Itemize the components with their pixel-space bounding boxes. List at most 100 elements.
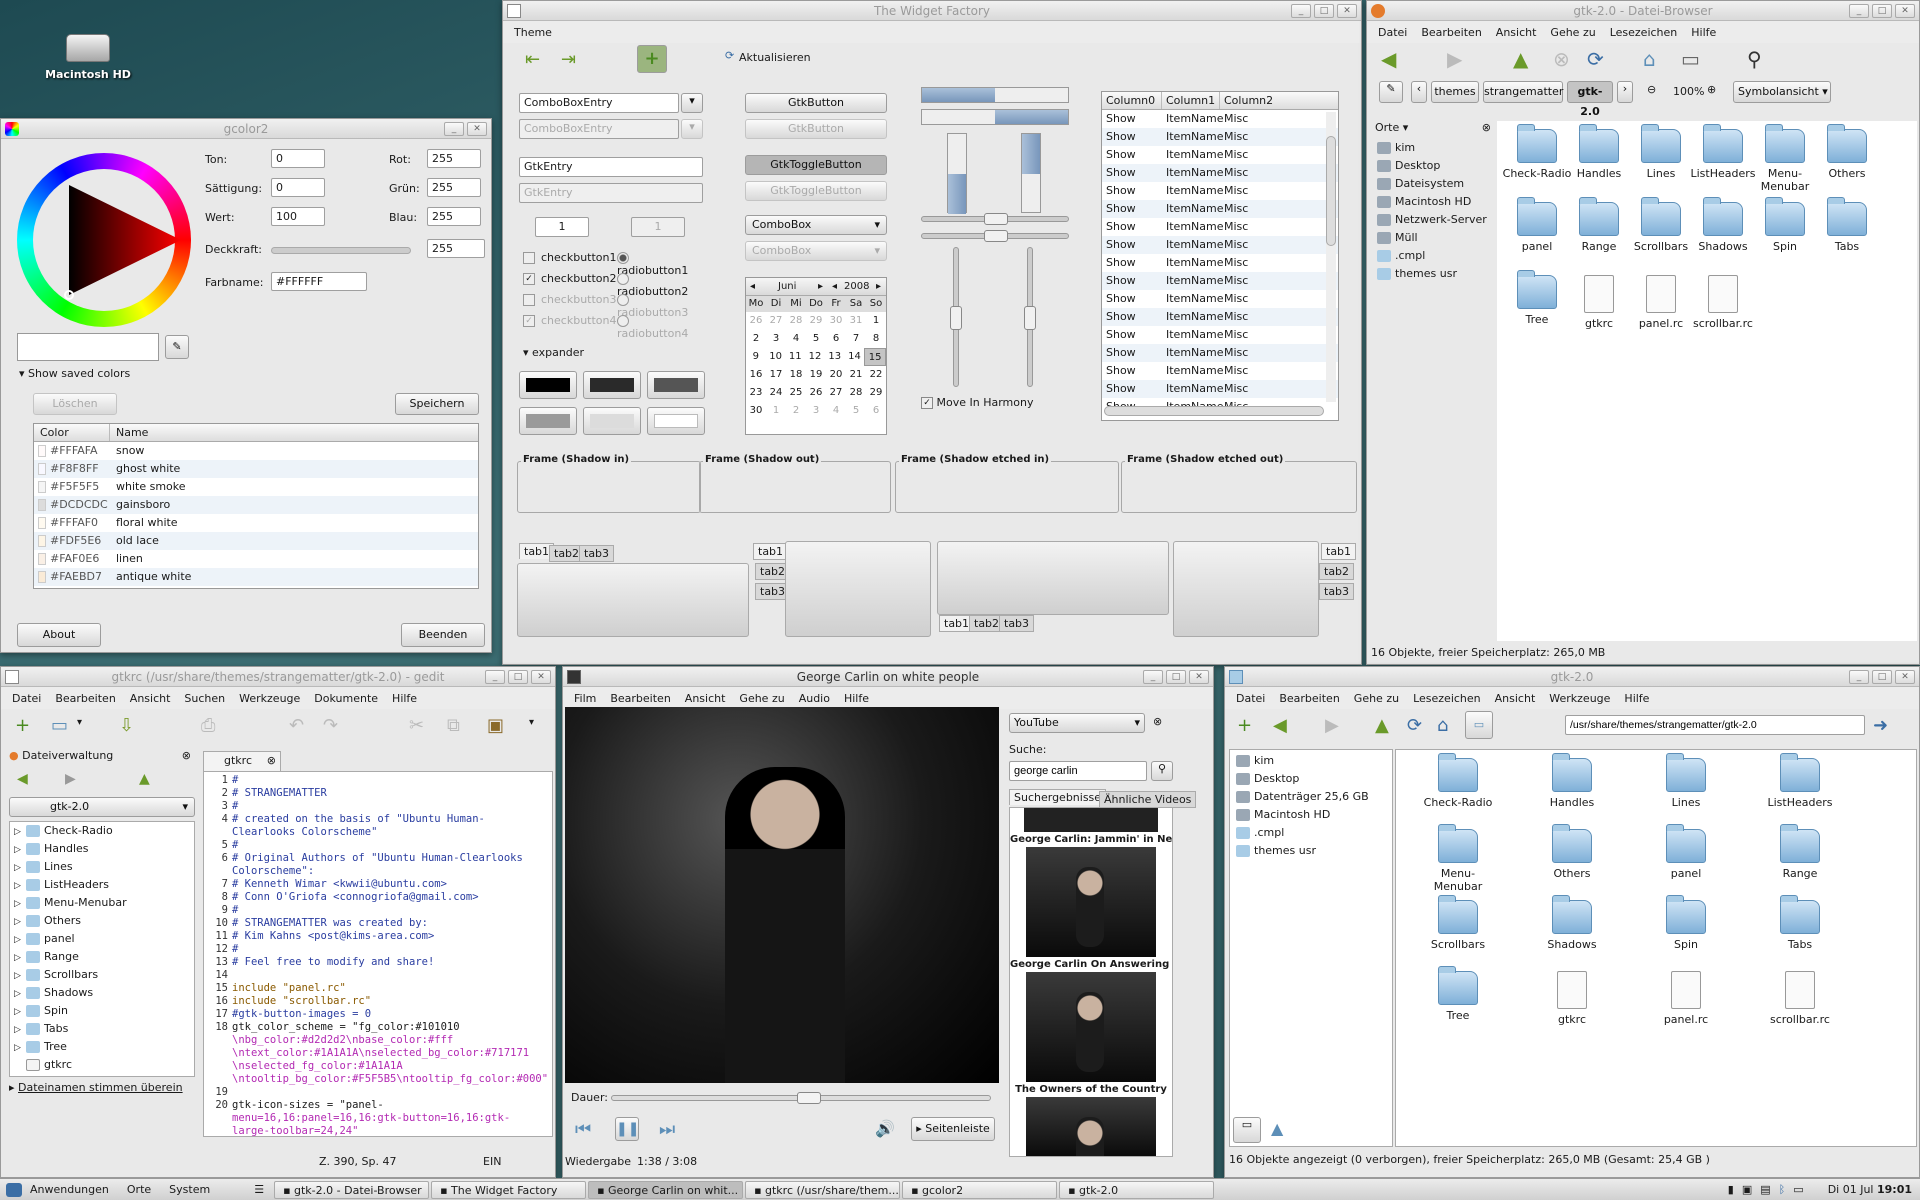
tree-row[interactable]: Show ItemNameMisc (1102, 326, 1338, 344)
file-item[interactable]: Shadows (1532, 895, 1612, 951)
swatch-dark-gray[interactable] (583, 371, 641, 399)
desktop-icon-macintosh-hd[interactable]: Macintosh HD (40, 30, 136, 81)
calendar-day[interactable]: 26 (746, 312, 766, 330)
color-row[interactable]: #FFFAFA snow (34, 442, 478, 460)
place-item[interactable]: kim (1371, 139, 1493, 157)
calendar-day[interactable]: 10 (766, 348, 786, 366)
maximize-button[interactable]: □ (1166, 670, 1186, 684)
calendar-day[interactable]: 31 (846, 312, 866, 330)
add-button[interactable]: + (637, 45, 667, 73)
open-file-icon[interactable]: ▭ (51, 715, 68, 736)
place-item[interactable]: themes usr (1371, 265, 1493, 283)
file-tree-item[interactable]: gtkrc (10, 1056, 194, 1074)
network-tray-icon[interactable]: ▭ (1793, 1183, 1803, 1196)
calendar-day[interactable]: 6 (826, 330, 846, 348)
file-tree-item[interactable]: ▷ Scrollbars (10, 966, 194, 984)
home-icon[interactable]: ⌂ (1643, 47, 1656, 71)
menu-lesezeichen[interactable]: Lesezeichen (1603, 26, 1685, 39)
prev-year-icon[interactable]: ◂ (832, 278, 837, 296)
color-row[interactable]: #F5F5F5 white smoke (34, 478, 478, 496)
calendar-day[interactable]: 27 (766, 312, 786, 330)
delete-button[interactable]: Löschen (33, 393, 117, 415)
source-selector[interactable]: YouTube ▾ (1009, 713, 1145, 733)
column-header-2[interactable]: Column2 (1220, 92, 1273, 109)
place-item[interactable]: Desktop (1371, 157, 1493, 175)
editor[interactable]: 1 #2 # STRANGEMATTER 3 #4 # created on the ba… (203, 771, 553, 1137)
calendar-day[interactable]: 26 (806, 384, 826, 402)
place-item[interactable]: themes usr (1230, 842, 1392, 860)
calendar-day[interactable]: 8 (866, 330, 886, 348)
task-video-player[interactable]: ▪ George Carlin on whit... (588, 1180, 744, 1199)
new-folder-icon[interactable]: + (1237, 715, 1252, 736)
menu-hilfe[interactable]: Hilfe (837, 692, 876, 705)
redo-icon[interactable]: ↷ (323, 715, 338, 736)
calendar-day[interactable]: 14 (845, 348, 865, 366)
clock[interactable]: Di 01 Jul 19:01 (1828, 1183, 1912, 1196)
calendar-day[interactable]: 23 (746, 384, 766, 402)
place-item[interactable]: Dateisystem (1371, 175, 1493, 193)
wf-titlebar[interactable]: The Widget Factory _ □ ✕ (503, 1, 1361, 21)
menu-bearbeiten[interactable]: Bearbeiten (1414, 26, 1488, 39)
minimize-button[interactable]: _ (485, 670, 505, 684)
refresh-icon[interactable]: ⟳ (725, 49, 734, 62)
copy-icon[interactable]: ⧉ (447, 715, 460, 736)
places-view-button[interactable]: ▭ (1233, 1117, 1261, 1143)
file-item[interactable]: Tabs (1807, 197, 1887, 253)
calendar-day[interactable]: 3 (766, 330, 786, 348)
opacity-spin[interactable]: 255 (427, 239, 485, 258)
tree-row[interactable]: Show ItemNameMisc (1102, 344, 1338, 362)
menu-gehe-zu[interactable]: Gehe zu (732, 692, 791, 705)
search-icon[interactable]: ⚲ (1747, 47, 1762, 71)
menu-gehe-zu[interactable]: Gehe zu (1543, 26, 1602, 39)
place-item[interactable]: Macintosh HD (1371, 193, 1493, 211)
filter-expander[interactable]: ▸ Dateinamen stimmen überein (9, 1081, 195, 1094)
zoom-in-icon[interactable]: ⊕ (1707, 83, 1716, 96)
place-item[interactable]: Macintosh HD (1230, 806, 1392, 824)
fb2-titlebar[interactable]: gtk-2.0 _ □ ✕ (1225, 667, 1919, 687)
menu-gehe-zu[interactable]: Gehe zu (1347, 692, 1406, 705)
task-file-browser-2[interactable]: ▪ gtk-2.0 (1059, 1180, 1215, 1199)
combobox[interactable]: ComboBox ▾ (745, 215, 887, 235)
place-item[interactable]: kim (1230, 752, 1392, 770)
task-gedit[interactable]: ▪ gtkrc (/usr/share/them... (745, 1180, 901, 1199)
menu-werkzeuge[interactable]: Werkzeuge (1542, 692, 1617, 705)
calendar-day[interactable]: 24 (766, 384, 786, 402)
file-tree-item[interactable]: ▷ Others (10, 912, 194, 930)
tree-row[interactable]: Show ItemNameMisc (1102, 254, 1338, 272)
colorname-entry[interactable]: #FFFFFF (271, 272, 367, 291)
seek-handle[interactable] (797, 1092, 822, 1104)
folder-toggle-button[interactable]: ▭ (1465, 711, 1493, 739)
file-item[interactable]: gtkrc (1532, 971, 1612, 1026)
column-header-color[interactable]: Color (34, 424, 110, 441)
opacity-slider[interactable] (271, 247, 411, 254)
calendar-day[interactable]: 30 (746, 402, 766, 420)
edit-location-button[interactable]: ✎ (1379, 81, 1403, 103)
file-item[interactable]: panel (1646, 824, 1726, 880)
close-button[interactable]: ✕ (467, 122, 487, 136)
gtk-entry[interactable]: GtkEntry (519, 157, 703, 177)
file-tree-item[interactable]: ▷ Shadows (10, 984, 194, 1002)
menu-datei[interactable]: Datei (1229, 692, 1272, 705)
calendar-day[interactable]: 21 (846, 366, 866, 384)
toolbar-overflow-icon[interactable]: ▾ (529, 717, 534, 728)
close-button[interactable]: ✕ (531, 670, 551, 684)
tree-row[interactable]: Show ItemNameMisc (1102, 110, 1338, 128)
calendar-day[interactable]: 5 (806, 330, 826, 348)
next-icon[interactable]: ⏭ (659, 1119, 675, 1140)
sidebar-close-icon[interactable]: ⊗ (1482, 121, 1491, 134)
pause-button[interactable]: ❚❚ (615, 1117, 639, 1141)
task-widget-factory[interactable]: ▪ The Widget Factory (431, 1180, 587, 1199)
minimize-button[interactable]: _ (1291, 4, 1311, 18)
place-item[interactable]: Datenträger 25,6 GB (1230, 788, 1392, 806)
close-button[interactable]: ✕ (1189, 670, 1209, 684)
file-tree-item[interactable]: ▷ ListHeaders (10, 876, 194, 894)
spin-button[interactable]: 1 (535, 217, 589, 237)
menu-bearbeiten[interactable]: Bearbeiten (1272, 692, 1346, 705)
column-header-name[interactable]: Name (110, 424, 148, 441)
calendar-day[interactable]: 15 (864, 348, 887, 366)
hscale-1[interactable] (921, 213, 1069, 225)
document-tab[interactable]: gtkrc ⊗ (203, 751, 281, 771)
file-item[interactable]: scrollbar.rc (1760, 971, 1840, 1026)
tree-view-icon[interactable]: ▲ (1271, 1119, 1283, 1138)
menu-film[interactable]: Film (567, 692, 603, 705)
